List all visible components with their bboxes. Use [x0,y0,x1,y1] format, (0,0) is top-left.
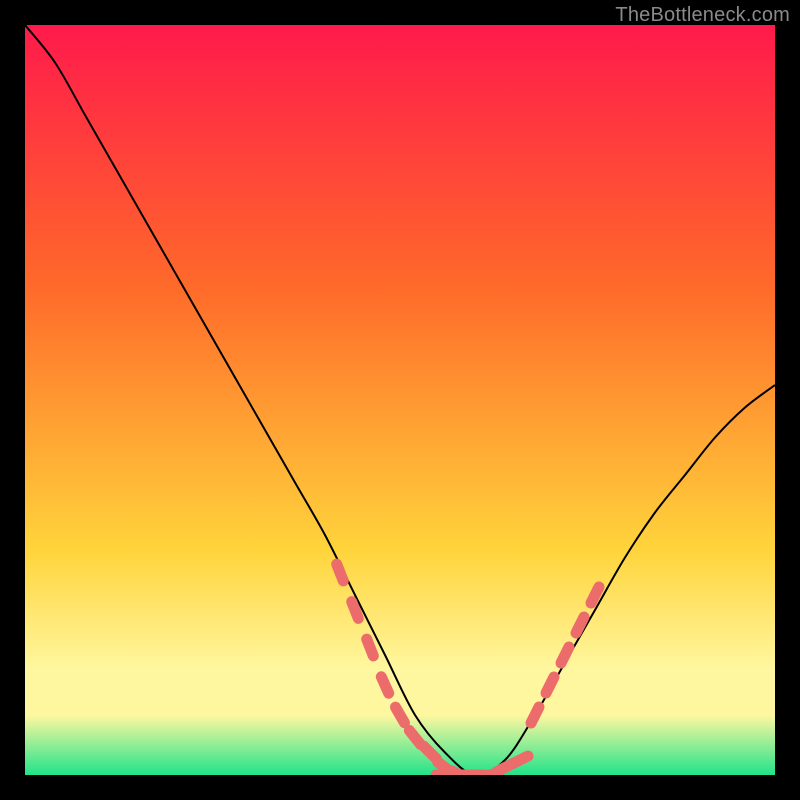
gradient-background [25,25,775,775]
marker-dash [396,707,405,723]
marker-dash [381,677,388,693]
marker-dash [352,602,359,619]
marker-dash [546,677,554,693]
marker-dash [337,564,344,581]
bottleneck-chart [25,25,775,775]
marker-dash [561,647,569,663]
marker-dash [576,617,584,633]
marker-dash [531,707,539,723]
marker-dash [591,587,599,603]
chart-outer-frame: TheBottleneck.com [0,0,800,800]
marker-dash [367,639,374,656]
marker-dash [512,756,528,764]
watermark-text: TheBottleneck.com [615,4,790,27]
plot-area [25,25,775,775]
